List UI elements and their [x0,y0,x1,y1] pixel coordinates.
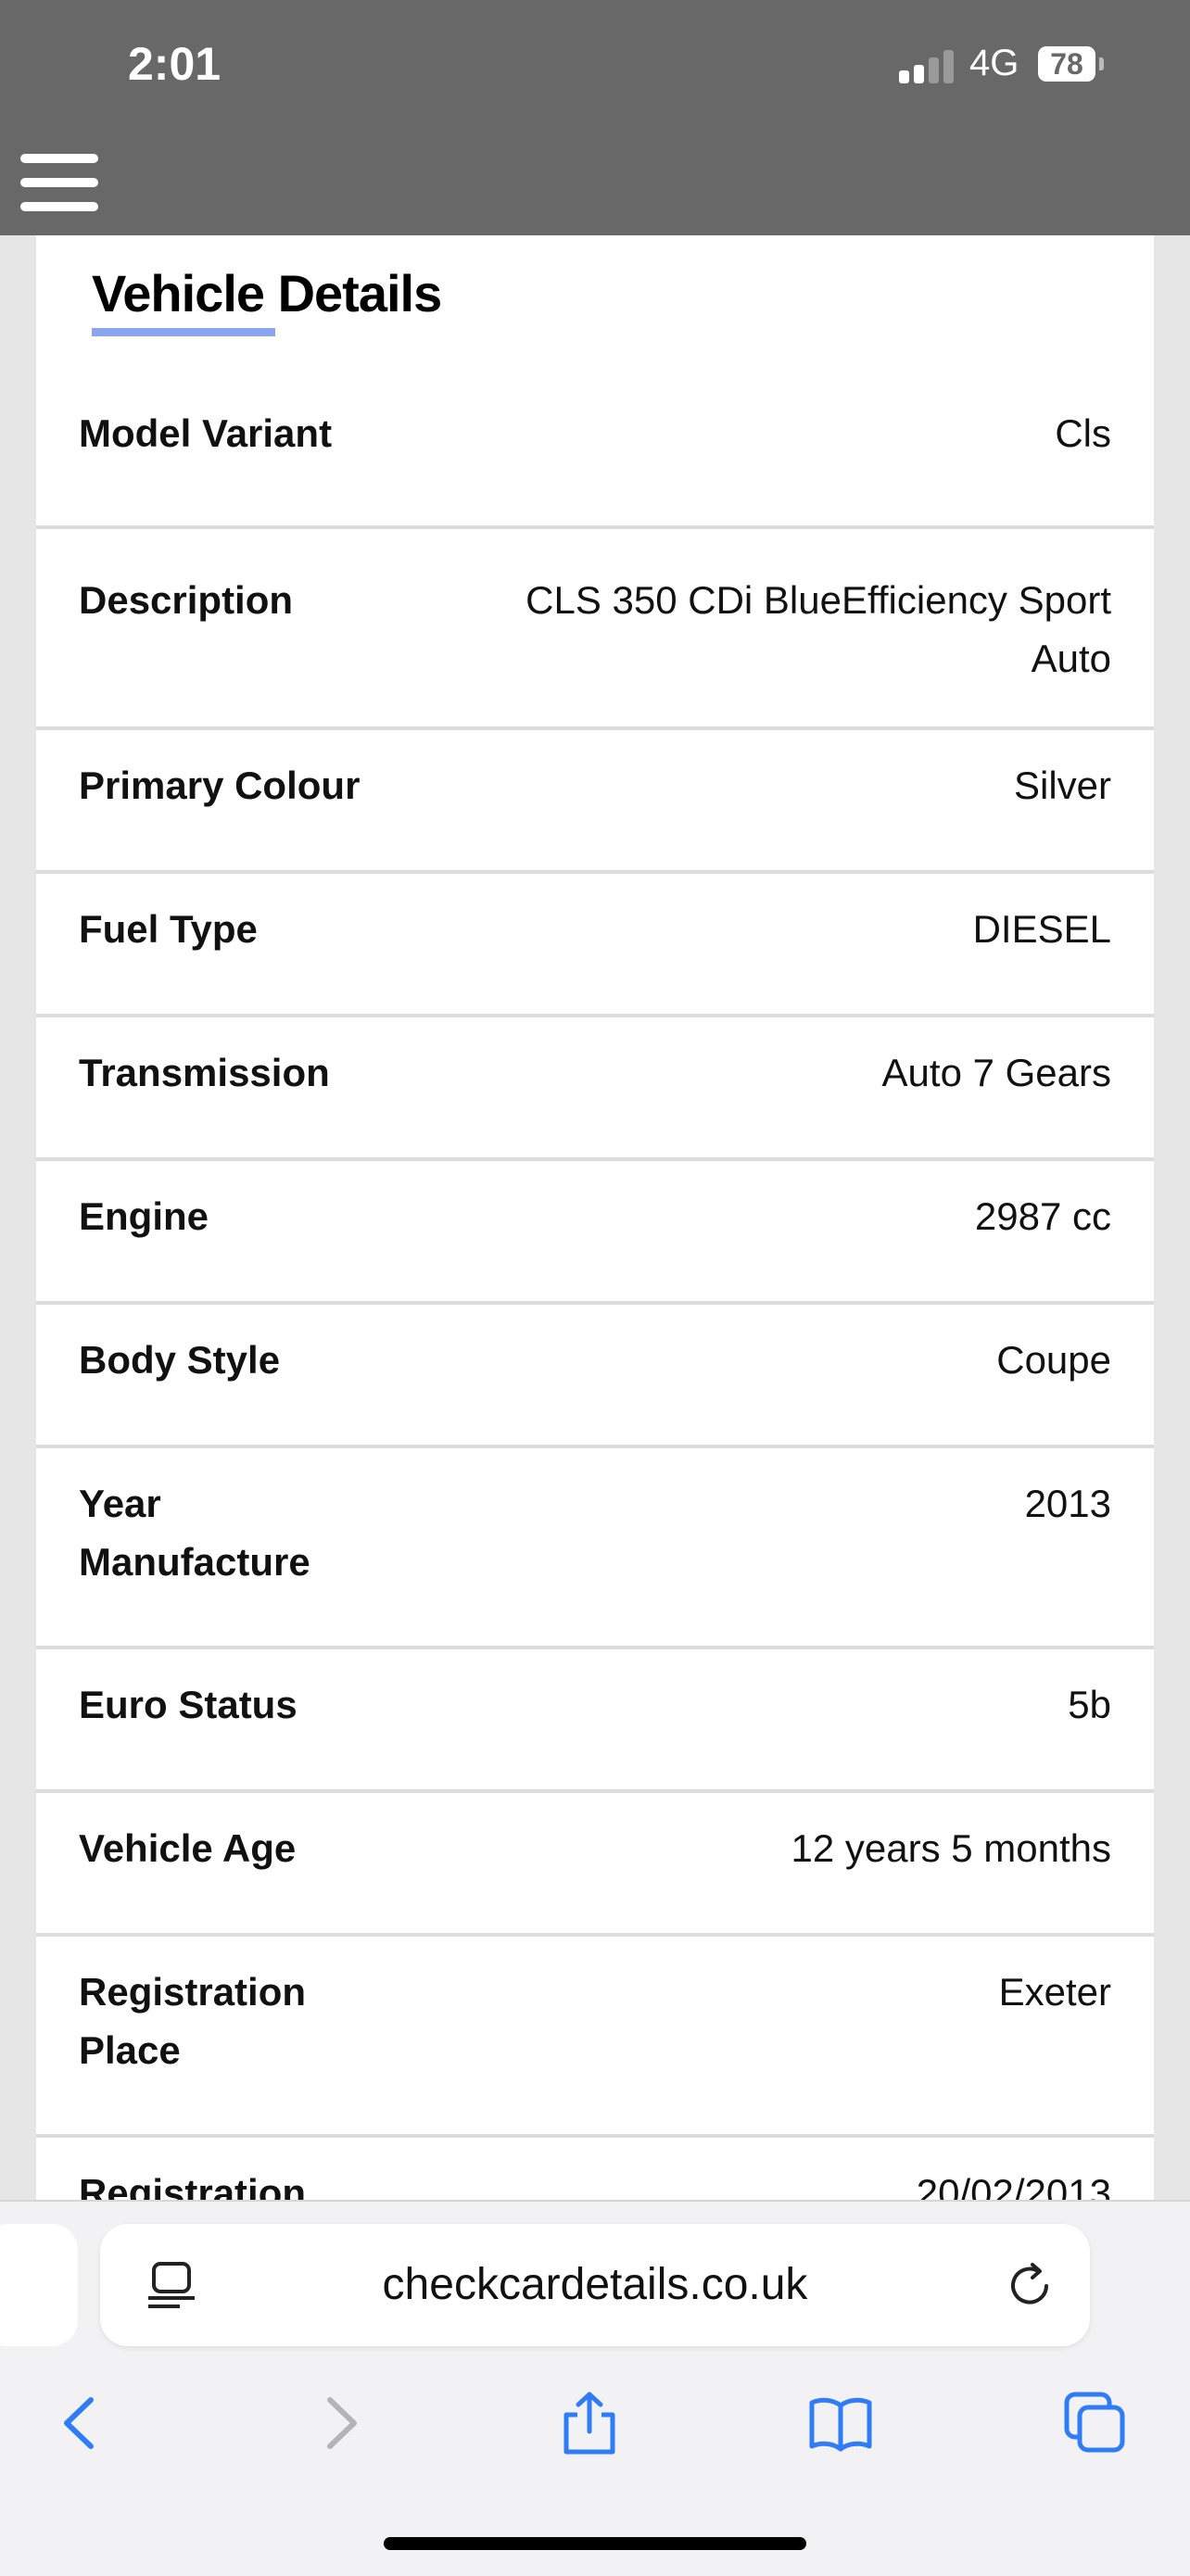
detail-row-transmission: Transmission Auto 7 Gears [36,1017,1154,1161]
detail-label: Euro Status [79,1683,298,1726]
detail-label: Model Variant [79,411,333,455]
detail-value: Silver [1013,764,1111,807]
detail-row-primary-colour: Primary Colour Silver [36,730,1154,874]
detail-value: DIESEL [972,907,1111,951]
detail-row-registration-place: Registration Place Exeter [36,1937,1154,2138]
detail-row-description: Description CLS 350 CDi BlueEfficiency S… [36,529,1154,730]
title-underline [92,328,275,336]
detail-row-engine: Engine 2987 cc [36,1161,1154,1305]
tabs-icon[interactable] [1063,2391,1128,2456]
share-icon[interactable] [557,2391,622,2456]
detail-label: Fuel Type [79,907,258,951]
page-title: Vehicle Details [92,264,442,322]
page-settings-icon[interactable] [148,2261,195,2309]
detail-row-year-manufacture: Year Manufacture 2013 [36,1448,1154,1649]
address-bar[interactable]: checkcardetails.co.uk [100,2224,1090,2346]
detail-value: Auto 7 Gears [881,1051,1111,1094]
header-bar: 2:01 4G 78 [0,0,1190,235]
url-text[interactable]: checkcardetails.co.uk [100,2224,1090,2346]
detail-label: Body Style [79,1338,281,1382]
detail-value: CLS 350 CDi BlueEfficiency Sport Auto [525,578,1111,680]
previous-tab-preview[interactable] [0,2224,78,2346]
detail-value: Exeter [998,1970,1111,2014]
detail-row-vehicle-age: Vehicle Age 12 years 5 months [36,1793,1154,1937]
battery-level: 78 [1038,46,1095,82]
vehicle-details-card: Vehicle Details Model Variant Cls Descri… [36,235,1154,2200]
detail-label: Engine [79,1194,209,1238]
detail-label: Primary Colour [79,764,361,807]
detail-value: Cls [1055,411,1111,455]
detail-row-model-variant: Model Variant Cls [36,362,1154,529]
detail-value: 2013 [1024,1482,1111,1525]
detail-value: 12 years 5 months [791,1826,1111,1870]
cellular-signal-icon [899,50,955,83]
detail-label: Description [79,578,294,622]
network-type: 4G [969,43,1019,83]
reload-icon[interactable] [1005,2261,1055,2311]
detail-value: Coupe [996,1338,1111,1382]
hamburger-menu-icon[interactable] [20,154,98,211]
battery-tip [1099,57,1104,70]
forward-chevron-icon[interactable] [308,2391,373,2456]
bookmarks-icon[interactable] [808,2391,873,2456]
detail-label: Year Manufacture [79,1482,310,1584]
detail-label: Vehicle Age [79,1826,297,1870]
status-time: 2:01 [128,38,222,90]
detail-label: Registration [79,2171,307,2200]
detail-label: Transmission [79,1051,330,1094]
detail-row-registration-date: Registration 20/02/2013 [36,2138,1154,2200]
detail-value: 20/02/2013 [916,2171,1111,2200]
detail-row-euro-status: Euro Status 5b [36,1649,1154,1793]
back-chevron-icon[interactable] [48,2391,113,2456]
detail-value: 5b [1068,1683,1111,1726]
detail-label: Registration Place [79,1970,307,2072]
detail-value: 2987 cc [974,1194,1111,1238]
detail-row-fuel-type: Fuel Type DIESEL [36,874,1154,1017]
detail-row-body-style: Body Style Coupe [36,1305,1154,1448]
home-indicator[interactable] [384,2537,806,2550]
